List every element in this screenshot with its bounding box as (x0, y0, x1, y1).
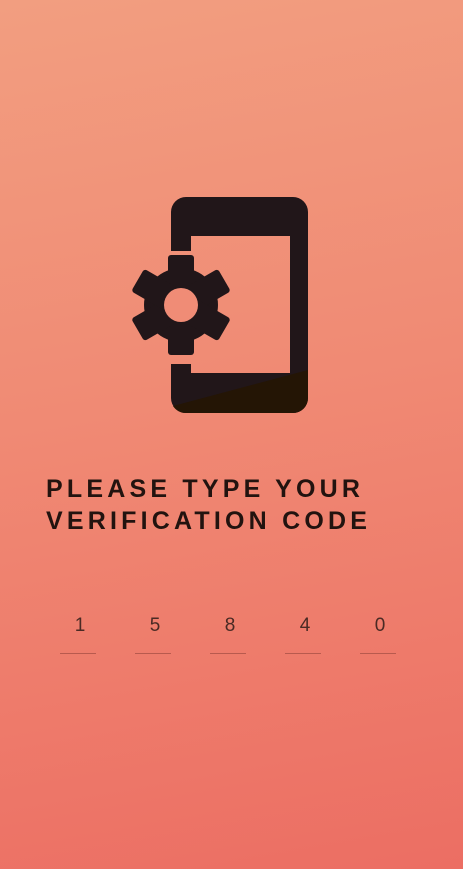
code-digit-5[interactable]: 0 (360, 612, 398, 654)
digit-value[interactable]: 4 (287, 612, 323, 640)
code-digit-3[interactable]: 8 (210, 612, 248, 654)
digit-value[interactable]: 1 (62, 612, 98, 640)
heading-line-2: VERIFICATION CODE (46, 507, 372, 535)
digit-value[interactable]: 8 (212, 612, 248, 640)
underline (285, 653, 321, 654)
underline (360, 653, 396, 654)
code-digit-2[interactable]: 5 (135, 612, 173, 654)
digit-value[interactable]: 5 (137, 612, 173, 640)
underline (210, 653, 246, 654)
underline (135, 653, 171, 654)
code-digit-4[interactable]: 4 (285, 612, 323, 654)
code-digit-1[interactable]: 1 (60, 612, 98, 654)
phone-settings-icon (132, 197, 308, 414)
digit-value[interactable]: 0 (362, 612, 398, 640)
underline (60, 653, 96, 654)
gear-icon (132, 255, 230, 355)
heading-line-1: PLEASE TYPE YOUR (46, 475, 365, 503)
instruction-heading: PLEASE TYPE YOUR VERIFICATION CODE (46, 473, 371, 537)
